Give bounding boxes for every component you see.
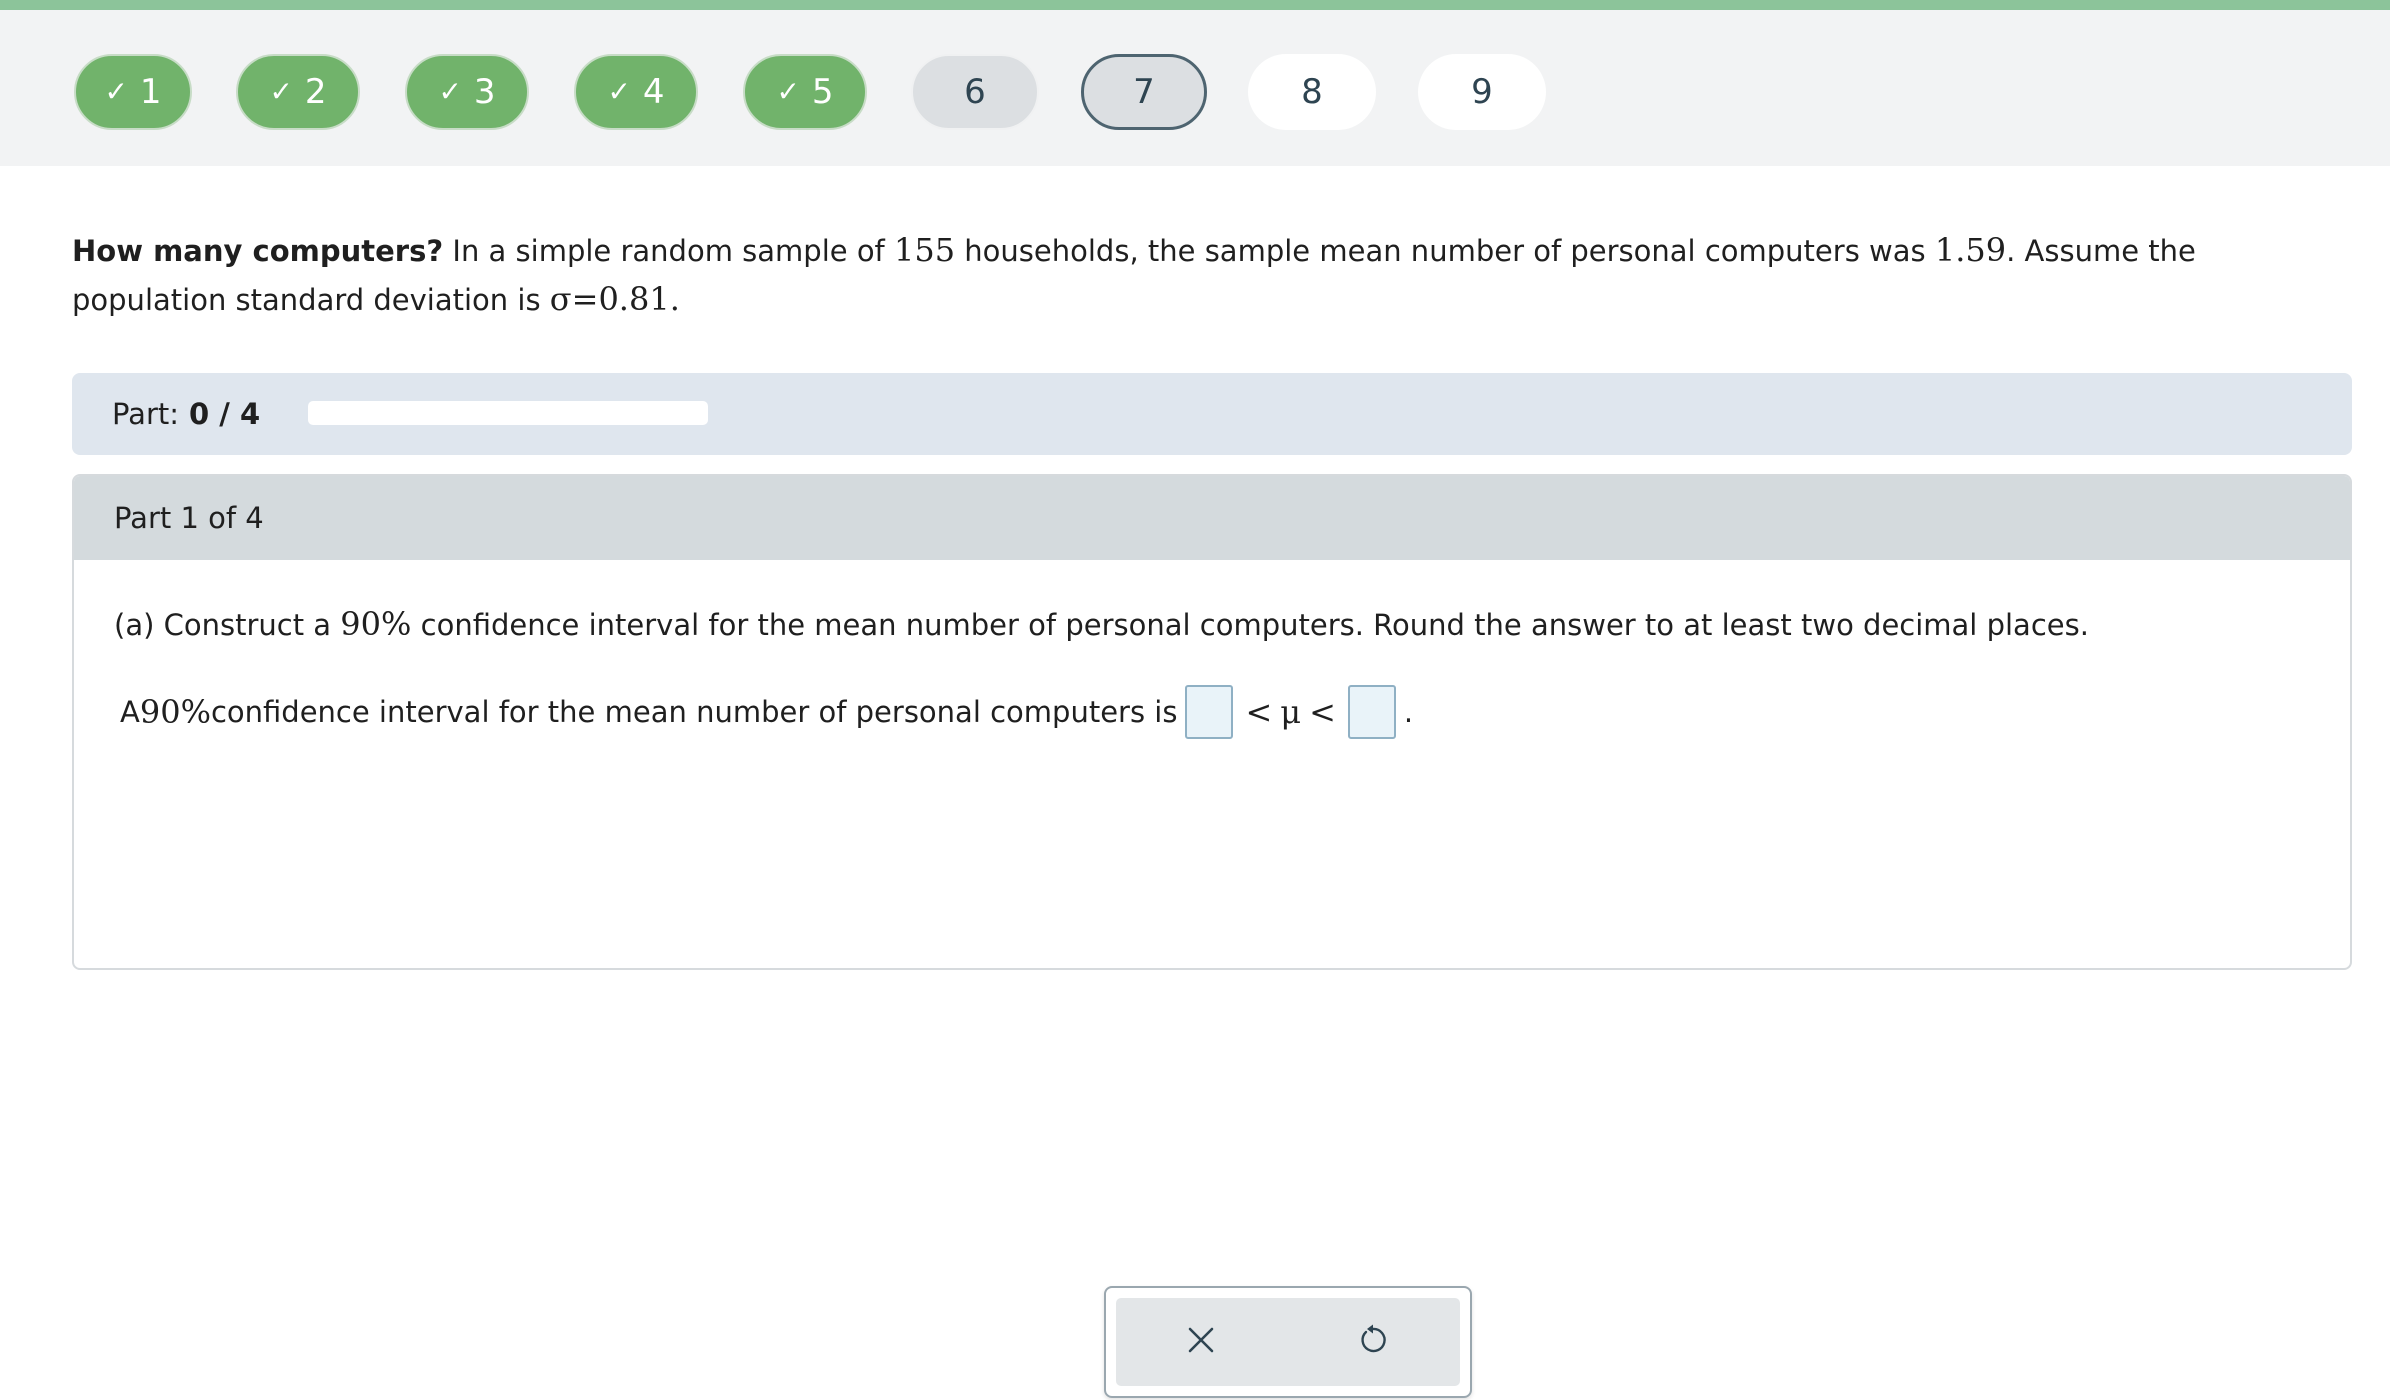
question-nav-item-5[interactable]: ✓ 5 [743,54,867,130]
problem-title: How many computers? [72,234,444,268]
question-number: 6 [964,72,986,112]
question-nav-item-8[interactable]: 8 [1248,54,1376,130]
confidence-level: 90% [340,605,412,643]
confidence-level: 90% [139,693,211,731]
less-than-symbol: < [1309,693,1336,731]
checkmark-icon: ✓ [607,75,631,108]
problem-text: In a simple random sample of [443,234,894,268]
question-number: 7 [1133,72,1155,112]
sample-size: 155 [894,231,956,269]
question-number: 4 [642,72,665,112]
undo-icon [1356,1323,1390,1361]
population-sigma: σ=0.81 [549,280,670,318]
checkmark-icon: ✓ [269,75,293,108]
checkmark-icon: ✓ [776,75,800,108]
progress-value: 0 / 4 [189,397,261,431]
question-nav-item-7[interactable]: 7 [1081,54,1207,130]
clear-button[interactable] [1176,1317,1226,1367]
progress-track [308,401,708,425]
question-number: 1 [139,72,162,112]
lower-bound-input[interactable] [1185,685,1234,739]
top-accent-bar [0,0,2390,10]
question-nav-item-4[interactable]: ✓ 4 [574,54,698,130]
question-navigator: ✓ 1 ✓ 2 ✓ 3 ✓ 4 ✓ 5 6 7 8 9 [0,10,2390,166]
problem-statement: How many computers? In a simple random s… [72,226,2332,324]
answer-text: A [120,695,140,729]
upper-bound-input[interactable] [1347,685,1396,739]
part-header: Part 1 of 4 [74,476,2350,560]
part-panel: Part 1 of 4 (a) Construct a 90% confiden… [72,474,2352,1398]
question-number: 2 [304,72,327,112]
less-than-symbol: < [1245,693,1273,731]
question-number: 3 [473,72,496,112]
question-number: 9 [1471,72,1493,112]
answer-text: confidence interval for the mean number … [210,695,1178,729]
question-text: (a) Construct a [114,608,341,642]
question-nav-item-3[interactable]: ✓ 3 [405,54,529,130]
problem-text: households, the sample mean number of pe… [955,234,1935,268]
sample-mean: 1.59 [1934,231,2007,269]
question-nav-item-6[interactable]: 6 [911,54,1039,130]
undo-button[interactable] [1348,1317,1398,1367]
close-icon [1186,1325,1216,1359]
answer-tools [1104,1286,1472,1398]
part-header-label: Part 1 of 4 [114,501,264,535]
answer-line: A 90% confidence interval for the mean n… [120,684,1413,740]
question-number: 5 [811,72,834,112]
question-nav-item-9[interactable]: 9 [1418,54,1546,130]
answer-tools-panel [1116,1298,1460,1386]
mu-symbol: μ [1280,693,1302,731]
question-number: 8 [1301,72,1323,112]
checkmark-icon: ✓ [104,75,128,108]
problem-end: . [669,280,680,318]
question-nav-item-1[interactable]: ✓ 1 [74,54,192,130]
checkmark-icon: ✓ [438,75,462,108]
answer-end: . [1403,695,1414,729]
progress-label: Part: [112,397,180,431]
part-progress-bar: Part: 0 / 4 [72,373,2352,455]
part-question: (a) Construct a 90% confidence interval … [114,600,2089,649]
question-nav-item-2[interactable]: ✓ 2 [236,54,360,130]
question-text: confidence interval for the mean number … [411,608,2089,642]
